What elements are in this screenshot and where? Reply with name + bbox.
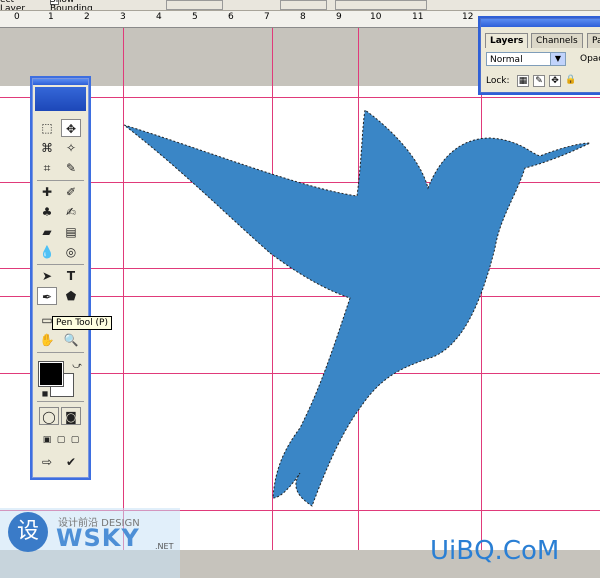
brush-tool-icon[interactable]: ✐ bbox=[61, 183, 81, 201]
custom-shape-tool-icon[interactable]: ⬟ bbox=[61, 287, 81, 305]
bird-selection-path[interactable] bbox=[123, 109, 591, 507]
healing-brush-tool-icon[interactable]: ✚ bbox=[37, 183, 57, 201]
blend-mode-select[interactable]: Normal ▼ bbox=[486, 52, 566, 66]
ruler-tick-label: 8 bbox=[300, 12, 306, 22]
toolbox-panel: ⬚ ✥ ⌘ ✧ ⌗ ✎ ✚ ✐ ♣ ✍ ▰ ▤ 💧 ◎ ➤ T ✒ ⬟ ▭ ✋ … bbox=[32, 78, 89, 478]
move-tool-icon[interactable]: ✥ bbox=[61, 119, 81, 137]
blur-tool-icon[interactable]: 💧 bbox=[37, 243, 57, 261]
ruler-tick-label: 0 bbox=[14, 12, 20, 22]
photoshop-feather-logo[interactable] bbox=[35, 87, 86, 111]
history-brush-tool-icon[interactable]: ✍ bbox=[61, 203, 81, 221]
tab-paths[interactable]: Pa bbox=[587, 33, 600, 48]
auto-select-label: ect Layer bbox=[0, 0, 26, 11]
standard-mode-icon[interactable]: ◯ bbox=[39, 407, 59, 425]
lasso-tool-icon[interactable]: ⌘ bbox=[37, 139, 57, 157]
ruler-tick-label: 12 bbox=[462, 12, 474, 22]
ruler-tick-label: 6 bbox=[228, 12, 234, 22]
lock-label: Lock: bbox=[486, 76, 510, 86]
crop-tool-icon[interactable]: ⌗ bbox=[37, 159, 57, 177]
hand-tool-icon[interactable]: ✋ bbox=[37, 331, 57, 349]
magic-wand-tool-icon[interactable]: ✧ bbox=[61, 139, 81, 157]
jump-to-imageready-icon[interactable]: ⇨ bbox=[37, 453, 57, 471]
lock-transparent-icon[interactable]: ▦ bbox=[517, 75, 529, 87]
screen-mode-full-icon[interactable]: ▢ bbox=[65, 431, 85, 449]
ruler-tick-label: 5 bbox=[192, 12, 198, 22]
align-buttons-group[interactable] bbox=[166, 0, 223, 10]
layers-palette: Layers Channels Pa Normal ▼ Opac Lock: ▦… bbox=[480, 18, 600, 93]
eraser-tool-icon[interactable]: ▰ bbox=[37, 223, 57, 241]
distribute-buttons-group-1[interactable] bbox=[280, 0, 327, 10]
ruler-tick-label: 2 bbox=[84, 12, 90, 22]
chevron-down-icon[interactable]: ▼ bbox=[550, 53, 565, 65]
toolbox-titlebar[interactable] bbox=[33, 79, 88, 85]
ruler-tick-label: 4 bbox=[156, 12, 162, 22]
toolbox-separator bbox=[37, 401, 84, 402]
watermark-right-text: UiBQ.CoM bbox=[430, 536, 560, 566]
toolbox-separator bbox=[37, 180, 84, 181]
foreground-color-box[interactable] bbox=[38, 361, 64, 387]
tab-layers[interactable]: Layers bbox=[485, 33, 529, 48]
dodge-tool-icon[interactable]: ◎ bbox=[61, 243, 81, 261]
type-tool-icon[interactable]: T bbox=[61, 267, 81, 285]
lock-position-icon[interactable]: ✥ bbox=[549, 75, 561, 87]
lock-all-icon[interactable]: 🔒 bbox=[565, 75, 576, 85]
opacity-label: Opac bbox=[580, 54, 600, 64]
watermark-logo-circle: 设 bbox=[8, 512, 48, 552]
tab-channels[interactable]: Channels bbox=[531, 33, 583, 48]
checkmark-icon[interactable]: ✔ bbox=[61, 453, 81, 471]
ruler-tick-label: 1 bbox=[48, 12, 54, 22]
blend-mode-value: Normal bbox=[490, 55, 523, 65]
ruler-tick-label: 7 bbox=[264, 12, 270, 22]
lock-image-icon[interactable]: ✎ bbox=[533, 75, 545, 87]
toolbox-separator bbox=[37, 352, 84, 353]
clone-stamp-tool-icon[interactable]: ♣ bbox=[37, 203, 57, 221]
watermark-brand-text: WSKY bbox=[56, 524, 140, 552]
show-bounding-box-label: Show Bounding Box bbox=[50, 0, 93, 11]
canvas-area[interactable]: 设 设计前沿 DESIGN WSKY .NET UiBQ.CoM bbox=[0, 28, 600, 578]
pen-tool-tooltip: Pen Tool (P) bbox=[52, 316, 113, 330]
ruler-tick-label: 3 bbox=[120, 12, 126, 22]
ruler-tick-label: 9 bbox=[336, 12, 342, 22]
options-bar: ect Layer Show Bounding Box bbox=[0, 0, 600, 11]
marquee-tool-icon[interactable]: ⬚ bbox=[37, 119, 57, 137]
layers-palette-titlebar[interactable] bbox=[481, 19, 600, 27]
quick-mask-mode-icon[interactable]: ◙ bbox=[61, 407, 81, 425]
ruler-tick-label: 11 bbox=[412, 12, 424, 22]
toolbox-separator bbox=[37, 264, 84, 265]
slice-tool-icon[interactable]: ✎ bbox=[61, 159, 81, 177]
path-selection-tool-icon[interactable]: ➤ bbox=[37, 267, 57, 285]
distribute-buttons-group-2[interactable] bbox=[335, 0, 427, 10]
pen-tool-icon[interactable]: ✒ bbox=[37, 287, 57, 305]
ruler-tick-label: 10 bbox=[370, 12, 382, 22]
hummingbird-shape[interactable] bbox=[0, 28, 600, 550]
zoom-tool-icon[interactable]: 🔍 bbox=[61, 331, 81, 349]
gradient-tool-icon[interactable]: ▤ bbox=[61, 223, 81, 241]
